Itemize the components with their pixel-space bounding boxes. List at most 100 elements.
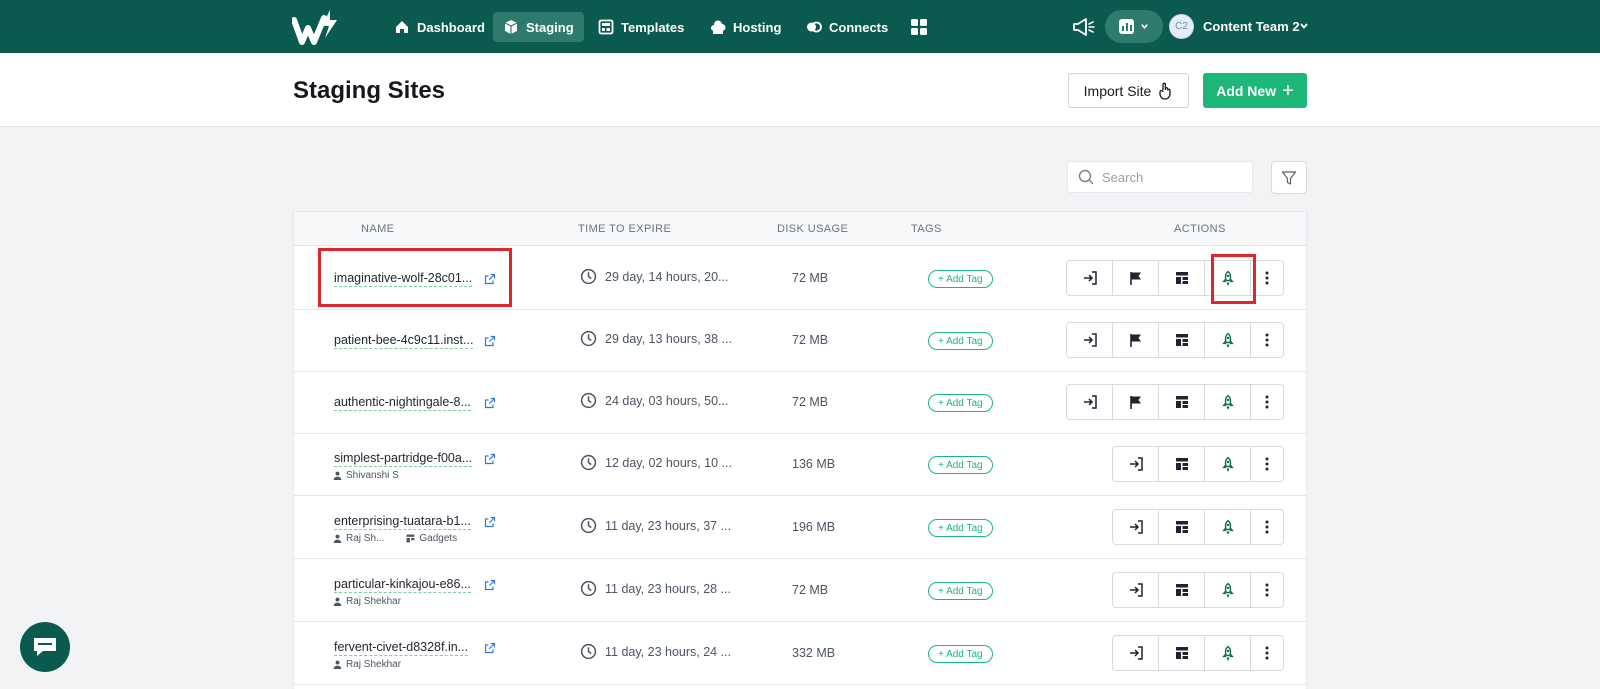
- layout-button[interactable]: [1159, 510, 1205, 544]
- external-link-icon[interactable]: [484, 516, 496, 528]
- add-tag-button[interactable]: + Add Tag: [928, 645, 993, 663]
- login-button[interactable]: [1067, 323, 1113, 357]
- header-disk: DISK USAGE: [777, 223, 849, 235]
- category-icon: [406, 534, 415, 543]
- deploy-button[interactable]: [1205, 447, 1251, 481]
- external-link-icon[interactable]: [484, 642, 496, 654]
- time-to-expire: 29 day, 13 hours, 38 ...: [580, 330, 732, 347]
- login-button[interactable]: [1067, 385, 1113, 419]
- add-tag-button[interactable]: + Add Tag: [928, 332, 993, 350]
- site-name-link[interactable]: simplest-partridge-f00a...: [334, 451, 473, 467]
- login-icon: [1083, 395, 1097, 409]
- deploy-button[interactable]: [1205, 636, 1251, 670]
- external-link-icon[interactable]: [484, 397, 496, 409]
- deploy-button[interactable]: [1205, 385, 1251, 419]
- row-actions: [1066, 384, 1284, 420]
- search-input[interactable]: [1102, 169, 1232, 185]
- external-link-icon[interactable]: [484, 579, 496, 591]
- deploy-button[interactable]: [1205, 573, 1251, 607]
- megaphone-icon[interactable]: [1070, 14, 1096, 40]
- add-tag-button[interactable]: + Add Tag: [928, 519, 993, 537]
- site-name-link[interactable]: fervent-civet-d8328f.in...: [334, 640, 469, 656]
- add-tag-button[interactable]: + Add Tag: [928, 394, 993, 412]
- nav-connects[interactable]: Connects: [796, 12, 898, 42]
- add-tag-button[interactable]: + Add Tag: [928, 456, 993, 474]
- site-name-link[interactable]: particular-kinkajou-e86...: [334, 577, 471, 593]
- expire-text: 29 day, 13 hours, 38 ...: [605, 331, 732, 346]
- search-box[interactable]: [1067, 161, 1253, 193]
- login-icon: [1129, 583, 1143, 597]
- layout-button[interactable]: [1159, 636, 1205, 670]
- user-icon: [333, 534, 342, 543]
- more-options-button[interactable]: [1251, 261, 1283, 295]
- expire-text: 12 day, 02 hours, 10 ...: [605, 455, 732, 470]
- layout-button[interactable]: [1159, 323, 1205, 357]
- external-link-icon[interactable]: [484, 453, 496, 465]
- team-name[interactable]: Content Team 2: [1203, 19, 1300, 34]
- deploy-button[interactable]: [1205, 261, 1251, 295]
- site-owner: Raj Shekhar: [346, 596, 402, 607]
- login-button[interactable]: [1113, 636, 1159, 670]
- flag-button[interactable]: [1113, 323, 1159, 357]
- more-options-button[interactable]: [1251, 385, 1283, 419]
- nav-hosting[interactable]: Hosting: [700, 12, 791, 42]
- external-link-icon[interactable]: [484, 273, 496, 285]
- more-vertical-icon: [1265, 333, 1269, 347]
- disk-usage: 136 MB: [792, 457, 836, 471]
- layout-button[interactable]: [1159, 385, 1205, 419]
- more-options-button[interactable]: [1251, 636, 1283, 670]
- nav-connects-label: Connects: [829, 19, 889, 35]
- chevron-down-icon[interactable]: [1299, 21, 1309, 31]
- more-options-button[interactable]: [1251, 447, 1283, 481]
- expire-text: 11 day, 23 hours, 37 ...: [605, 518, 732, 533]
- top-navbar: Dashboard Staging Templates Hosting Conn…: [0, 0, 1600, 53]
- brand-logo[interactable]: [292, 8, 340, 46]
- table-header: NAME TIME TO EXPIRE DISK USAGE TAGS ACTI…: [294, 212, 1306, 246]
- chevron-down-icon: [1141, 24, 1148, 30]
- nav-staging[interactable]: Staging: [493, 12, 584, 42]
- more-options-button[interactable]: [1251, 510, 1283, 544]
- nav-dashboard[interactable]: Dashboard: [384, 12, 495, 42]
- layout-icon: [1175, 647, 1188, 659]
- flag-button[interactable]: [1113, 261, 1159, 295]
- external-link-icon[interactable]: [484, 335, 496, 347]
- login-button[interactable]: [1113, 447, 1159, 481]
- disk-usage: 72 MB: [792, 583, 829, 597]
- login-button[interactable]: [1113, 510, 1159, 544]
- deploy-button[interactable]: [1205, 323, 1251, 357]
- add-new-button[interactable]: Add New +: [1203, 73, 1307, 108]
- site-name-link[interactable]: enterprising-tuatara-b1...: [334, 514, 471, 530]
- avatar[interactable]: C2: [1169, 14, 1194, 39]
- nav-templates[interactable]: Templates: [588, 12, 694, 42]
- row-actions: [1112, 509, 1284, 545]
- nav-dashboard-label: Dashboard: [417, 19, 485, 35]
- flag-icon: [1129, 334, 1141, 347]
- layout-button[interactable]: [1159, 261, 1205, 295]
- deploy-button[interactable]: [1205, 510, 1251, 544]
- filter-button[interactable]: [1271, 161, 1307, 194]
- add-tag-button[interactable]: + Add Tag: [928, 582, 993, 600]
- expire-text: 24 day, 03 hours, 50...: [605, 393, 729, 408]
- expire-text: 11 day, 23 hours, 28 ...: [605, 581, 732, 596]
- site-name-link[interactable]: patient-bee-4c9c11.inst...: [334, 333, 474, 349]
- login-button[interactable]: [1113, 573, 1159, 607]
- login-button[interactable]: [1067, 261, 1113, 295]
- stats-dropdown[interactable]: [1105, 10, 1163, 43]
- layout-button[interactable]: [1159, 573, 1205, 607]
- more-options-button[interactable]: [1251, 323, 1283, 357]
- apps-grid-icon[interactable]: [909, 17, 929, 37]
- filter-icon: [1281, 170, 1297, 185]
- chat-button[interactable]: [20, 622, 70, 672]
- add-tag-button[interactable]: + Add Tag: [928, 270, 993, 288]
- flag-button[interactable]: [1113, 385, 1159, 419]
- more-options-button[interactable]: [1251, 573, 1283, 607]
- import-site-button[interactable]: Import Site: [1068, 73, 1189, 108]
- header-name: NAME: [361, 223, 395, 235]
- layout-button[interactable]: [1159, 447, 1205, 481]
- site-name-link[interactable]: imaginative-wolf-28c01...: [334, 271, 473, 287]
- more-vertical-icon: [1265, 395, 1269, 409]
- disk-usage: 332 MB: [792, 646, 836, 660]
- rocket-icon: [1221, 582, 1234, 598]
- chat-bubble-icon: [34, 638, 56, 656]
- site-name-link[interactable]: authentic-nightingale-8...: [334, 395, 471, 411]
